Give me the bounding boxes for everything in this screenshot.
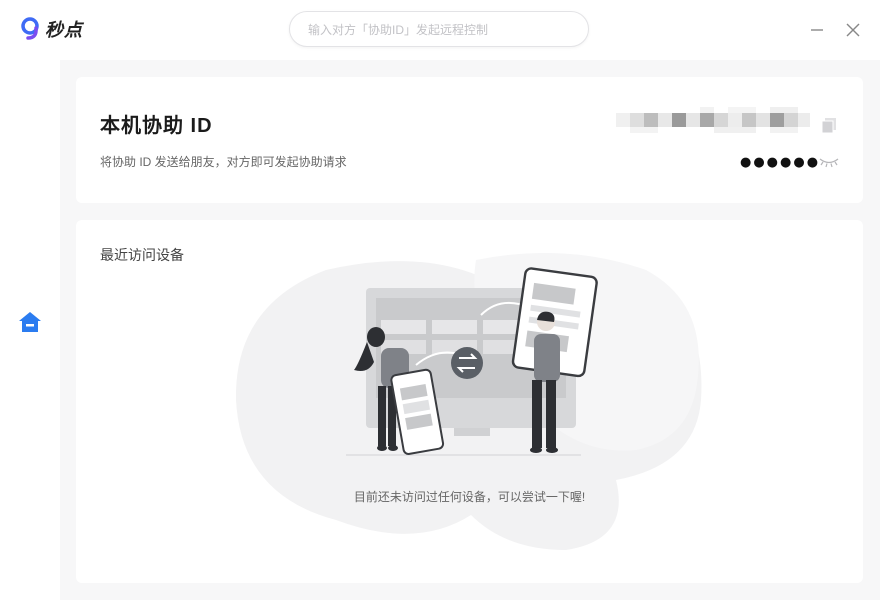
recent-devices-card: 最近访问设备 目前还未访问过任何设备，可以尝试一下喔! <box>76 220 863 583</box>
close-button[interactable] <box>841 18 865 42</box>
password-masked: ●●●●●● <box>740 155 821 170</box>
recent-devices-title: 最近访问设备 <box>100 247 184 263</box>
eye-closed-icon <box>819 158 839 168</box>
title-bar: 秒点 <box>0 0 880 60</box>
sidebar <box>0 60 60 600</box>
search-box[interactable] <box>289 11 589 48</box>
minimize-icon <box>811 29 823 31</box>
local-id-title: 本机协助 ID <box>100 115 213 137</box>
local-id-description: 将协助 ID 发送给朋友，对方即可发起协助请求 <box>100 155 347 169</box>
local-id-value-blurred <box>616 107 810 133</box>
app-logo: 秒点 <box>20 16 83 42</box>
app-logo-icon <box>21 17 39 40</box>
local-id-card: 本机协助 ID 将协助 ID 发送给朋友，对方即可发起协助请求 ●●●●●● <box>76 77 863 203</box>
toggle-password-visibility[interactable] <box>818 155 840 169</box>
copy-icon <box>821 118 836 134</box>
search-input[interactable] <box>306 12 570 48</box>
app-name: 秒点 <box>45 20 83 40</box>
minimize-button[interactable] <box>805 18 829 42</box>
home-icon <box>19 312 41 332</box>
empty-state-message: 目前还未访问过任何设备，可以尝试一下喔! <box>353 490 586 504</box>
remote-connect-illustration <box>236 252 702 550</box>
sidebar-item-home[interactable] <box>17 310 43 334</box>
copy-id-button[interactable] <box>820 117 838 135</box>
close-icon <box>846 23 860 37</box>
